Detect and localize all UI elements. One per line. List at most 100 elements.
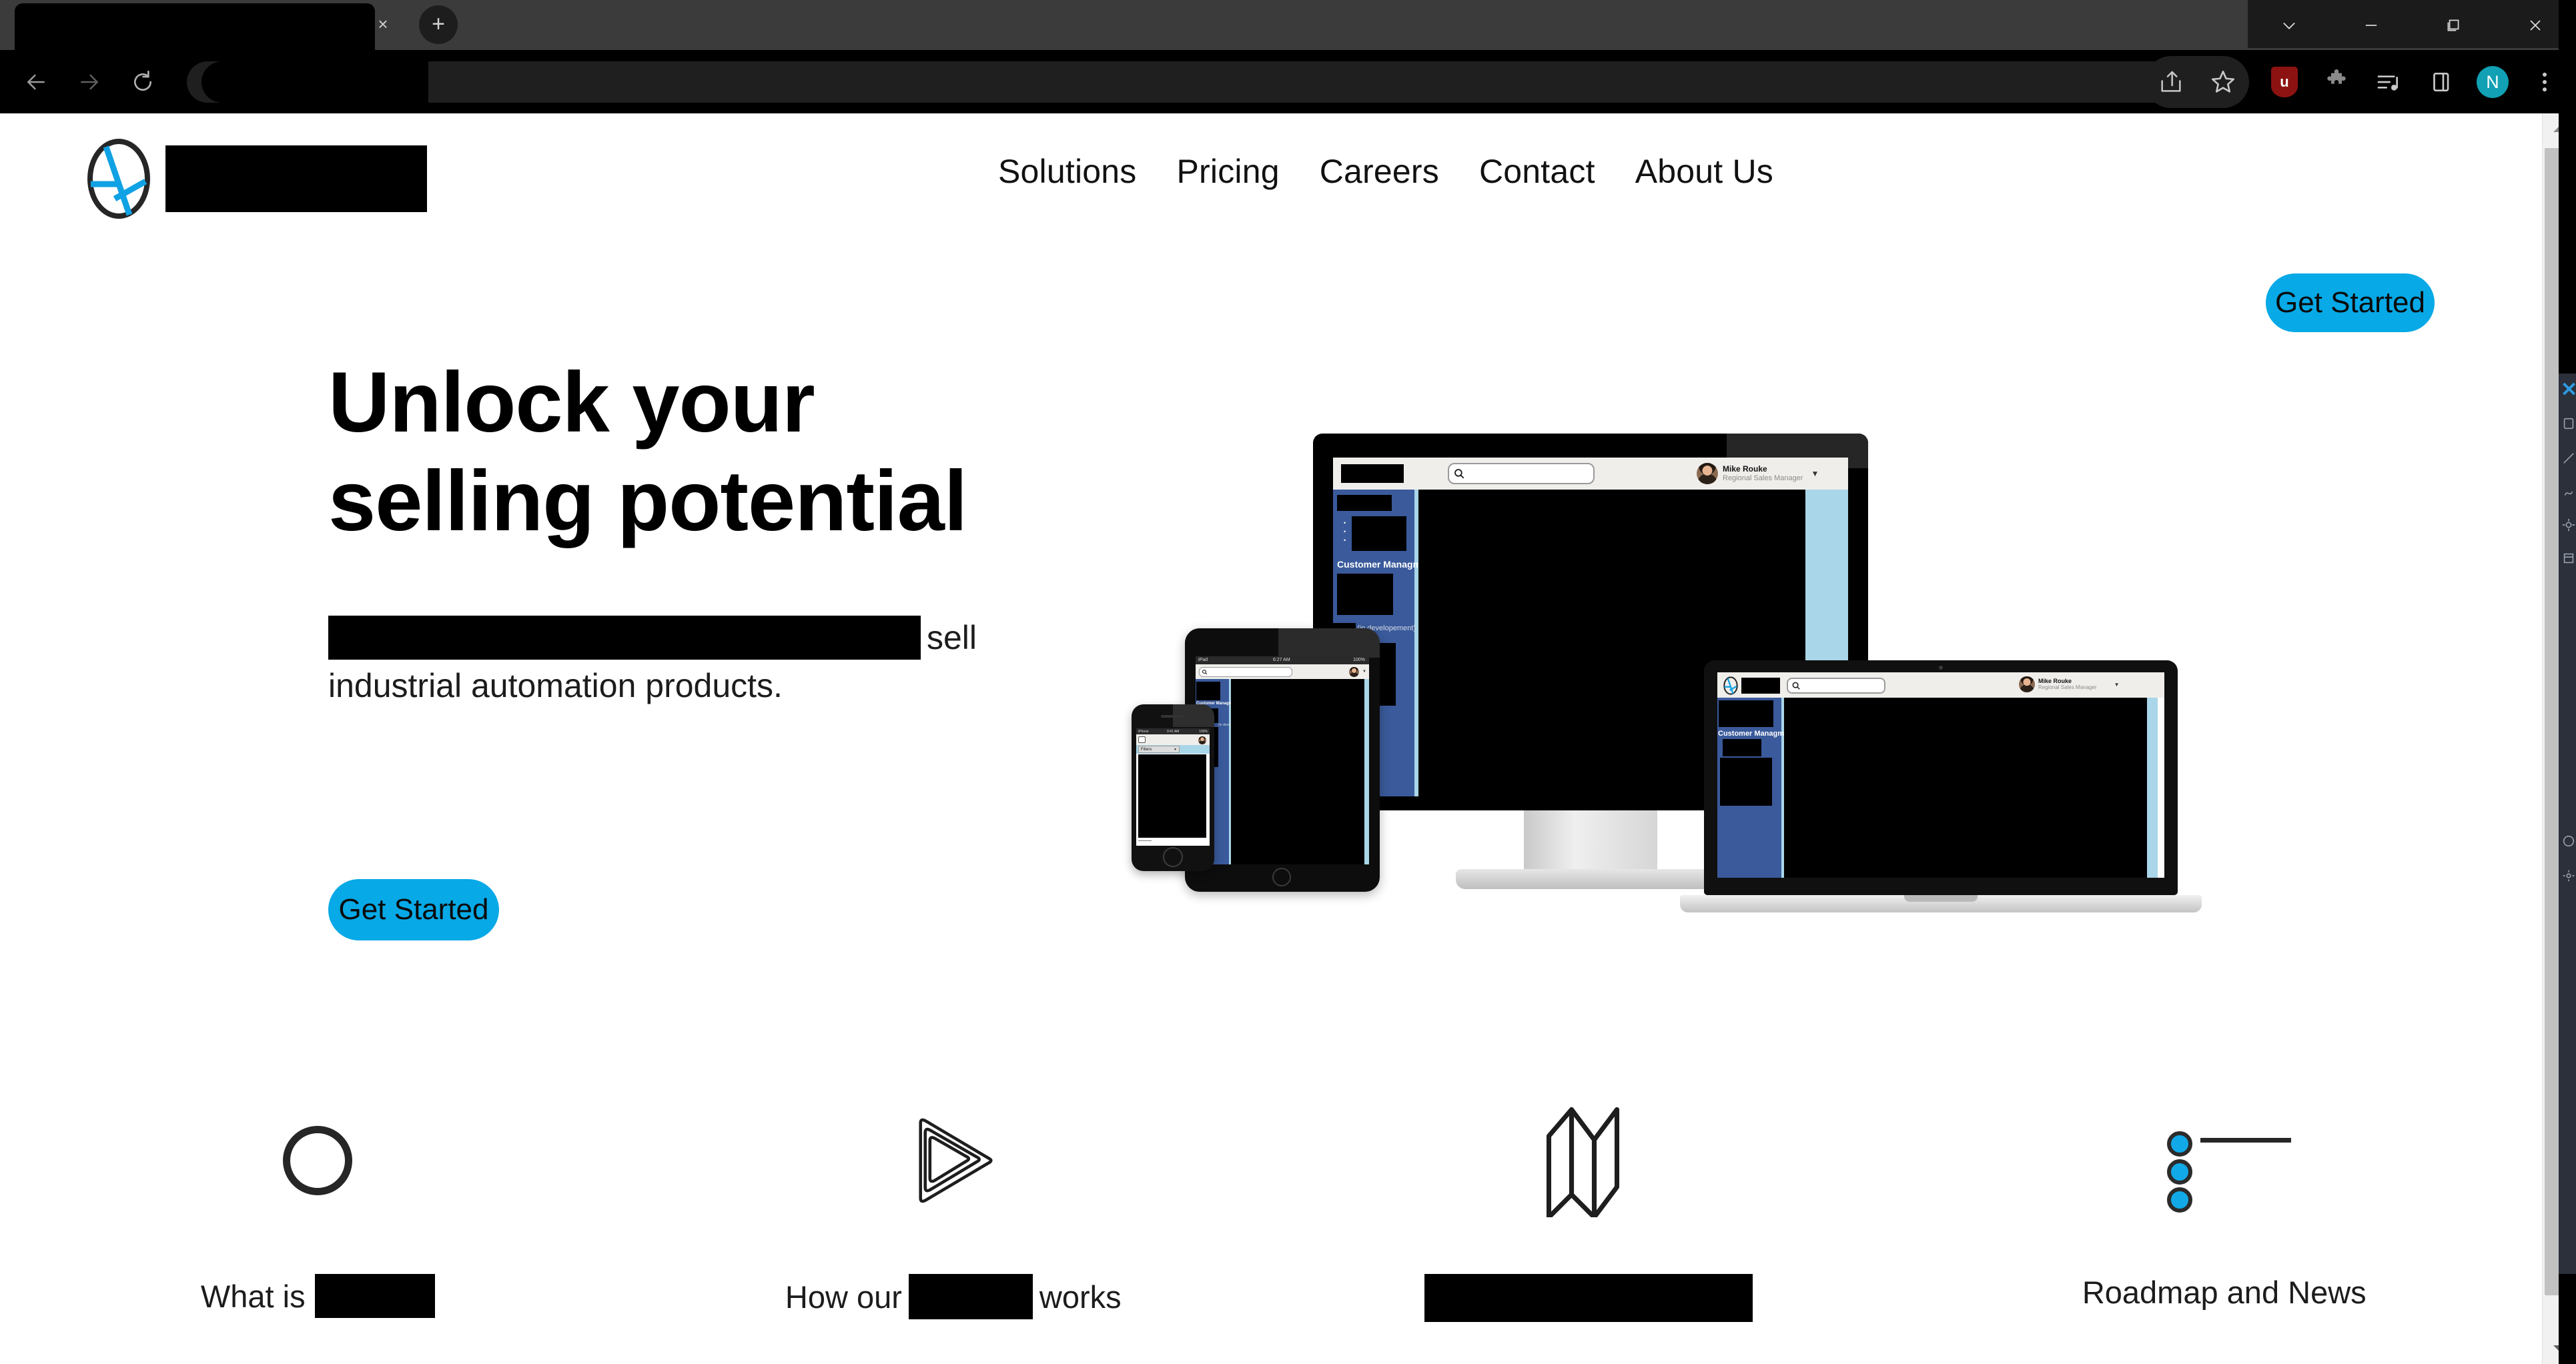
new-tab-button[interactable]: + (419, 5, 458, 44)
app-user-avatar (1697, 463, 1718, 484)
main-navigation: Solutions Pricing Careers Contact About … (998, 152, 1773, 191)
tablet-home-button[interactable] (1272, 868, 1291, 886)
feature-roadmap-and-news[interactable]: Roadmap and News (1907, 1094, 2543, 1361)
hero-subtitle-tail: sell (927, 618, 977, 656)
hero-subtitle-line-2: industrial automation products. (328, 666, 783, 704)
tablet-search-input[interactable] (1199, 667, 1292, 677)
tablet-user-avatar[interactable] (1349, 667, 1359, 677)
address-bar-redaction (201, 61, 428, 103)
edge-dock-gear-icon[interactable] (2561, 518, 2576, 535)
device-mockup: Mike Rouke Regional Sales Manager ▼ • • • … (1121, 434, 2202, 1061)
chevron-down-icon[interactable]: ▼ (1811, 469, 1819, 478)
nested-triangle-play-icon (895, 1094, 1012, 1227)
chevron-down-icon[interactable]: ▼ (1362, 670, 1366, 674)
app-sidebar-redaction-1 (1337, 495, 1392, 511)
edge-dock-list-icon[interactable] (2561, 551, 2576, 568)
tab-title-redaction (33, 17, 314, 37)
edge-dock-chart-icon[interactable] (2561, 484, 2576, 502)
laptop-right-panel (2147, 698, 2158, 878)
hero-get-started-button[interactable]: Get Started (328, 879, 499, 940)
ublock-origin-icon[interactable]: u (2258, 56, 2310, 108)
share-bookmark-group (2145, 55, 2249, 108)
hero-title: Unlock your selling potential (328, 354, 1062, 552)
tab-search-button[interactable] (2248, 0, 2330, 48)
laptop-mockup: Mike Rouke Regional Sales Manager ▼ Cust… (1680, 660, 2202, 927)
profile-avatar[interactable]: N (2467, 56, 2519, 108)
feature-how-it-works[interactable]: How our works (636, 1094, 1272, 1361)
hero-title-line-2: selling potential (328, 454, 967, 550)
tab-strip: × + (0, 0, 2576, 50)
brand-logo-icon (87, 139, 150, 219)
header-get-started-button[interactable]: Get Started (2266, 273, 2435, 332)
app-user-chip[interactable]: Mike Rouke Regional Sales Manager ▼ (1697, 463, 1819, 484)
site-header: Solutions Pricing Careers Contact About … (0, 113, 2542, 243)
tab-close-icon[interactable]: × (368, 9, 398, 39)
phone-content-canvas (1138, 754, 1206, 838)
feature-what-is[interactable]: What is (0, 1094, 636, 1361)
browser-toolbar: u N (0, 50, 2576, 113)
page-viewport: Solutions Pricing Careers Contact About … (0, 113, 2542, 1364)
share-icon[interactable] (2145, 56, 2197, 108)
phone-user-avatar[interactable] (1198, 736, 1206, 744)
features-row: What is How our works Roadmap and News (0, 1094, 2542, 1361)
phone-status-center: 9:41 AM (1167, 730, 1180, 734)
brand[interactable] (85, 137, 427, 220)
bookmark-star-icon[interactable] (2197, 56, 2249, 108)
browser-tab[interactable] (15, 3, 375, 50)
nav-item-about-us[interactable]: About Us (1635, 152, 1773, 191)
edge-dock-line-icon[interactable] (2561, 451, 2576, 468)
app-sidebar-bullets: • • • (1344, 520, 1346, 544)
forward-icon[interactable] (63, 55, 116, 109)
media-control-icon[interactable] (2363, 56, 2415, 108)
laptop-user-chip[interactable]: Mike Rouke Regional Sales Manager ▼ (2019, 676, 2120, 692)
feature-label-suffix: works (1039, 1279, 1122, 1315)
navigation-buttons (9, 50, 169, 113)
laptop-search-input[interactable] (1787, 678, 1885, 694)
edge-dock-circle-icon[interactable] (2561, 834, 2576, 851)
side-panel-icon[interactable] (2415, 56, 2467, 108)
feature-label-prefix: How our (785, 1279, 902, 1315)
feature-label-roadmap-and-news: Roadmap and News (1907, 1274, 2543, 1311)
minimize-button[interactable] (2330, 0, 2412, 48)
toolbar-actions: u N (2145, 50, 2571, 113)
phone-footer-text: ———— (1138, 839, 1152, 843)
tablet-content-canvas (1231, 679, 1364, 864)
phone-home-button[interactable] (1163, 847, 1183, 867)
reload-icon[interactable] (116, 55, 169, 109)
edge-dock-window-icon[interactable] (2561, 416, 2576, 434)
feature-label-what-is: What is (0, 1274, 636, 1318)
hero-subtitle: sell industrial automation products. (328, 602, 995, 702)
nav-item-contact[interactable]: Contact (1479, 152, 1595, 191)
app-search-input[interactable] (1448, 463, 1595, 484)
extensions-puzzle-icon[interactable] (2310, 56, 2363, 108)
folded-map-icon (1539, 1094, 1639, 1227)
phone-filters-label: Filters (1141, 748, 1152, 752)
laptop-sidebar-redaction-3 (1720, 758, 1772, 806)
phone-filters-dropdown[interactable]: Filters ▼ (1138, 746, 1180, 753)
tablet-right-panel (1364, 679, 1369, 864)
app-logo-redaction (1341, 464, 1404, 483)
back-icon[interactable] (9, 55, 63, 109)
edge-dock-logo-icon[interactable]: ✕ (2561, 380, 2576, 400)
nav-item-pricing[interactable]: Pricing (1177, 152, 1280, 191)
feature-label-redaction (1424, 1274, 1753, 1322)
laptop-app-screen: Mike Rouke Regional Sales Manager ▼ Cust… (1717, 672, 2164, 878)
search-icon (1792, 682, 1800, 690)
edge-dock-settings-icon[interactable] (2561, 868, 2576, 886)
hamburger-menu-icon[interactable] (1138, 736, 1146, 743)
feature-label-how-it-works: How our works (636, 1274, 1272, 1319)
feature-label-prefix: Roadmap and News (2082, 1275, 2367, 1310)
profile-avatar-initial: N (2477, 65, 2509, 98)
address-bar[interactable] (187, 61, 2188, 103)
chevron-down-icon[interactable]: ▼ (2114, 682, 2120, 688)
tablet-sidebar-redaction-1 (1196, 682, 1220, 700)
feature-map[interactable] (1271, 1094, 1907, 1361)
maximize-button[interactable] (2412, 0, 2494, 48)
app-user-role: Regional Sales Manager (1723, 474, 1803, 482)
browser-window: × + u N Solutions Pricing Careers Contac… (0, 0, 2576, 1364)
nav-item-careers[interactable]: Careers (1320, 152, 1439, 191)
window-controls (2248, 0, 2576, 48)
feature-label-redaction (314, 1274, 435, 1318)
nav-item-solutions[interactable]: Solutions (998, 152, 1137, 191)
search-icon (1454, 469, 1464, 479)
